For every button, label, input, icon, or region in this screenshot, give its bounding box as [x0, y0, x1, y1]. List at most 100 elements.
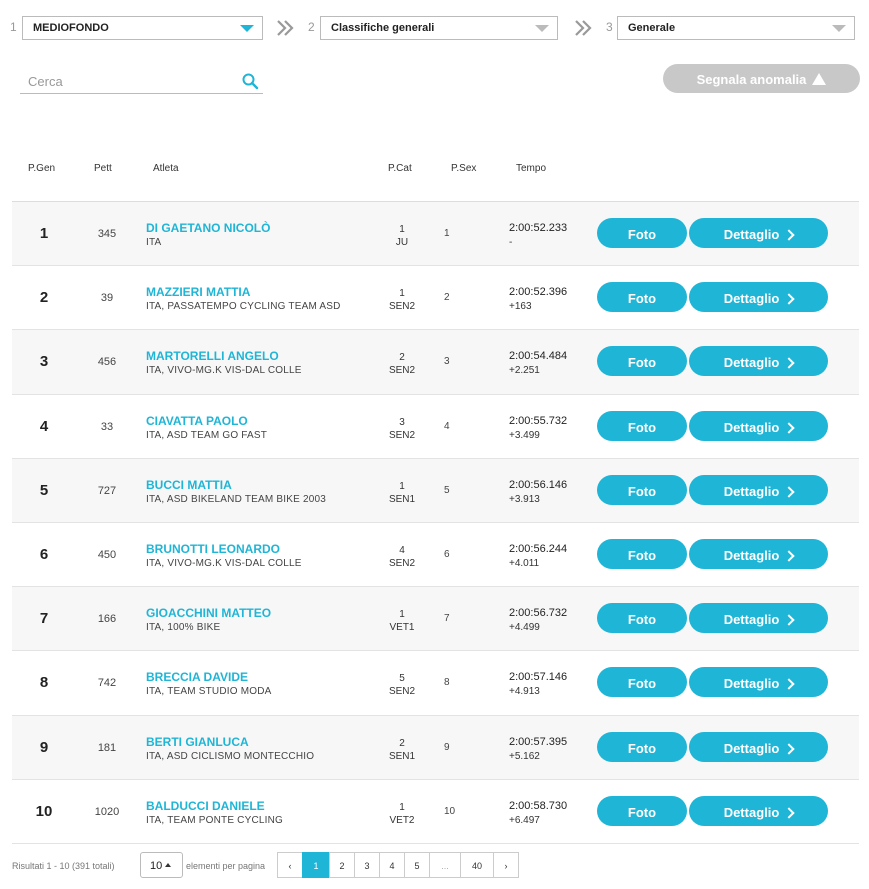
athlete-name-link[interactable]: BRECCIA DAVIDE: [146, 670, 248, 684]
table-row: 3 456 MARTORELLI ANGELO ITA, VIVO-MG.K VIS-…: [12, 330, 859, 395]
athlete-team: ITA, ASD BIKELAND TEAM BIKE 2003: [146, 493, 326, 505]
page-button[interactable]: 4: [379, 852, 405, 878]
time-value: 2:00:56.146: [509, 478, 568, 491]
sex-position: 3: [444, 356, 450, 368]
category-code: SEN2: [388, 365, 416, 377]
search-input[interactable]: [20, 70, 230, 92]
warning-triangle-icon: [812, 73, 827, 85]
detail-button[interactable]: Dettaglio: [689, 603, 828, 634]
category-position: 1 SEN1: [377, 480, 427, 506]
report-anomaly-label: Segnala anomalia: [696, 72, 807, 87]
classification-select[interactable]: Generale: [617, 16, 855, 40]
table-row: 10 1020 BALDUCCI DANIELE ITA, TEAM PONTE CY…: [12, 780, 859, 844]
table-row: 9 181 BERTI GIANLUCA ITA, ASD CICLISMO MONT…: [12, 715, 859, 780]
page-button[interactable]: 5: [404, 852, 430, 878]
athlete-name-link[interactable]: BERTI GIANLUCA: [146, 735, 249, 749]
athlete-name-link[interactable]: BRUNOTTI LEONARDO: [146, 542, 280, 556]
athlete-team: ITA: [146, 237, 162, 248]
step-number-1: 1: [10, 20, 17, 34]
search-icon[interactable]: [241, 72, 259, 90]
classification-value: Generale: [628, 22, 676, 34]
page-button[interactable]: 1: [302, 852, 330, 878]
category-position: 5 SEN2: [377, 672, 427, 698]
detail-button[interactable]: Dettaglio: [689, 410, 828, 441]
athlete-name-link[interactable]: BALDUCCI DANIELE: [146, 799, 265, 813]
detail-button[interactable]: Dettaglio: [689, 667, 828, 698]
table-row: 6 450 BRUNOTTI LEONARDO ITA, VIVO-MG.K VIS-…: [12, 523, 859, 588]
category-rank: 3: [399, 416, 405, 428]
athlete-name-link[interactable]: BUCCI MATTIA: [146, 478, 232, 492]
chevron-right-icon: [783, 678, 795, 690]
athlete-team: ITA, 100% BIKE: [146, 622, 221, 634]
page-button[interactable]: 40: [460, 852, 494, 878]
time-gap: +3.913: [509, 493, 540, 505]
photo-button[interactable]: Foto: [597, 218, 687, 248]
page-button[interactable]: 2: [329, 852, 355, 878]
chevron-right-icon: [783, 614, 795, 626]
detail-button[interactable]: Dettaglio: [689, 346, 828, 377]
table-row: 1 345 DI GAETANO NICOLÒ ITA 1 JU 1 2:00:52.233 -…: [12, 202, 859, 267]
athlete-name-link[interactable]: DI GAETANO NICOLÒ: [146, 221, 270, 235]
photo-button[interactable]: Foto: [597, 410, 687, 441]
category-code: JU: [395, 237, 409, 248]
classification-type-value: Classifiche generali: [331, 22, 435, 34]
photo-button[interactable]: Foto: [597, 282, 687, 313]
detail-button[interactable]: Dettaglio: [689, 474, 828, 505]
photo-button[interactable]: Foto: [597, 474, 687, 505]
category-rank: 1: [399, 480, 405, 492]
overall-position: 8: [39, 674, 49, 692]
finish-time: 2:00:57.395 +5.162: [509, 735, 567, 764]
category-code: SEN2: [388, 557, 416, 569]
chevron-right-icon: [783, 486, 795, 498]
sex-position: 5: [444, 484, 450, 496]
sex-position: 1: [444, 228, 450, 239]
detail-label: Dettaglio: [723, 291, 780, 307]
detail-button[interactable]: Dettaglio: [689, 282, 828, 313]
photo-button[interactable]: Foto: [597, 538, 687, 569]
time-value: 2:00:52.233: [509, 222, 568, 234]
detail-label: Dettaglio: [723, 804, 780, 820]
overall-position: 6: [39, 545, 49, 563]
detail-button[interactable]: Dettaglio: [689, 218, 828, 248]
detail-button[interactable]: Dettaglio: [689, 731, 828, 762]
athlete-name-link[interactable]: CIAVATTA PAOLO: [146, 414, 248, 428]
chevron-right-icon: [783, 807, 795, 819]
athlete-team: ITA, PASSATEMPO CYCLING TEAM ASD: [146, 301, 341, 313]
time-gap: +2.251: [509, 365, 540, 377]
prev-page-button[interactable]: ‹: [277, 852, 303, 878]
athlete-name-link[interactable]: MARTORELLI ANGELO: [146, 349, 279, 363]
bib-number: 742: [97, 677, 117, 690]
category-rank: 2: [399, 737, 405, 749]
finish-time: 2:00:52.396 +163: [509, 285, 567, 314]
finish-time: 2:00:57.146 +4.913: [509, 670, 567, 699]
detail-button[interactable]: Dettaglio: [689, 538, 828, 569]
photo-button[interactable]: Foto: [597, 731, 687, 762]
athlete-name-link[interactable]: MAZZIERI MATTIA: [146, 285, 250, 299]
time-gap: +4.011: [509, 557, 540, 569]
bib-number: 1020: [94, 805, 120, 818]
finish-time: 2:00:56.732 +4.499: [509, 606, 567, 635]
category-rank: 1: [399, 801, 405, 813]
category-code: SEN2: [388, 686, 416, 698]
athlete-name-link[interactable]: GIOACCHINI MATTEO: [146, 606, 271, 620]
photo-button[interactable]: Foto: [597, 667, 687, 698]
page-button[interactable]: 3: [354, 852, 380, 878]
time-gap: +5.162: [509, 750, 540, 762]
header-pett: Pett: [94, 163, 112, 174]
classification-type-select[interactable]: Classifiche generali: [320, 16, 558, 40]
table-row: 2 39 MAZZIERI MATTIA ITA, PASSATEMPO CYCLIN…: [12, 266, 859, 331]
chevron-right-icon: [783, 742, 795, 755]
category-code: SEN2: [388, 301, 416, 313]
photo-button[interactable]: Foto: [597, 603, 687, 634]
detail-label: Dettaglio: [723, 227, 780, 242]
overall-position: 3: [39, 353, 49, 371]
race-select[interactable]: MEDIOFONDO: [22, 16, 263, 40]
next-page-button[interactable]: ›: [493, 852, 519, 878]
results-count: Risultati 1 - 10 (391 totali): [12, 861, 115, 871]
photo-button[interactable]: Foto: [597, 795, 687, 826]
category-code: VET1: [389, 622, 415, 634]
report-anomaly-button[interactable]: Segnala anomalia: [663, 64, 860, 93]
detail-button[interactable]: Dettaglio: [689, 795, 828, 826]
per-page-select[interactable]: 10: [140, 852, 183, 878]
photo-button[interactable]: Foto: [597, 346, 687, 377]
